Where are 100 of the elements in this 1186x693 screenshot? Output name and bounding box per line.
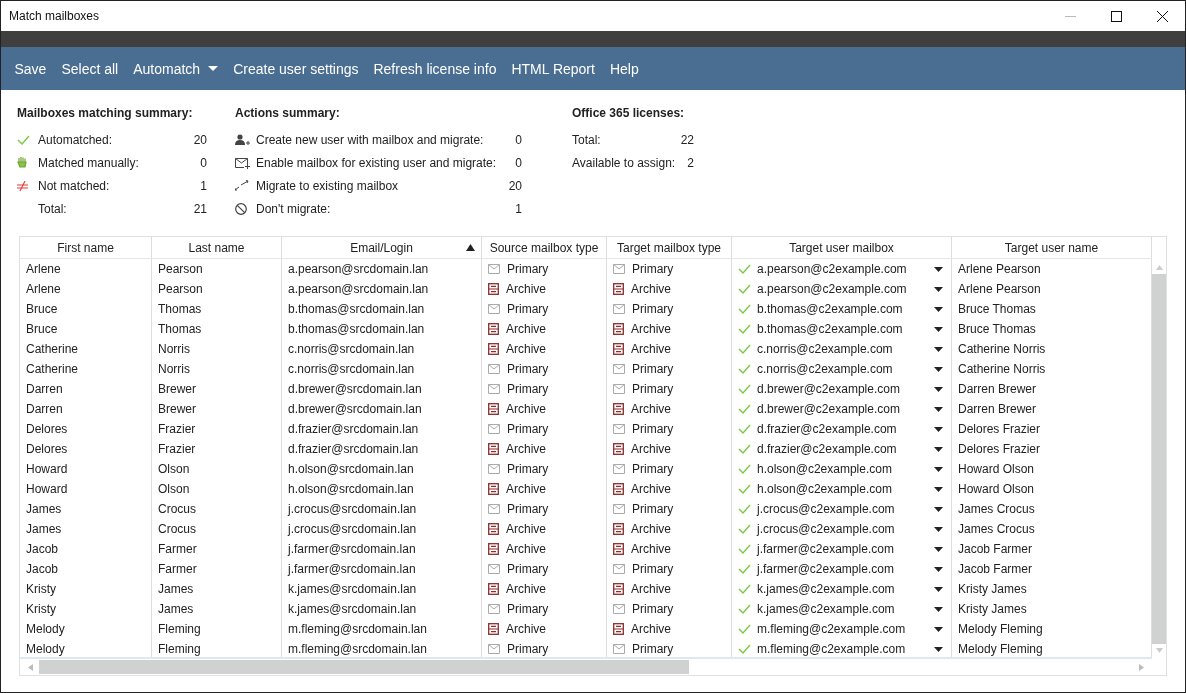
toolbar-button[interactable]: Automatch — [125, 56, 226, 81]
table-cell: Farmer — [152, 539, 282, 559]
table-cell: Howard — [20, 479, 152, 499]
column-header[interactable]: Source mailbox type — [482, 237, 607, 258]
mailbox-type: Primary — [632, 502, 674, 516]
summary-value: 2 — [687, 155, 694, 170]
toolbar-button[interactable]: Create user settings — [225, 56, 366, 81]
table-cell: Crocus — [152, 519, 282, 539]
toolbar-button[interactable]: Help — [602, 56, 647, 81]
table-cell: Frazier — [152, 419, 282, 439]
dropdown-caret-icon[interactable] — [934, 646, 943, 652]
summary-label: Enable mailbox for existing user and migrate: — [256, 155, 498, 170]
mailbox-dropdown[interactable]: j.farmer@c2example.com — [757, 542, 929, 556]
table-cell: h.olson@srcdomain.lan — [282, 459, 482, 479]
dropdown-caret-icon[interactable] — [934, 606, 943, 612]
dropdown-caret-icon[interactable] — [934, 406, 943, 412]
mailbox-dropdown[interactable]: c.norris@c2example.com — [757, 362, 929, 376]
table-cell: Olson — [152, 479, 282, 499]
dropdown-caret-icon[interactable] — [934, 586, 943, 592]
column-header[interactable]: Target user name — [952, 237, 1152, 258]
table-cell: James — [20, 499, 152, 519]
table-cell: j.crocus@srcdomain.lan — [282, 499, 482, 519]
table-cell: k.james@srcdomain.lan — [282, 599, 482, 619]
mailbox-dropdown[interactable]: m.fleming@c2example.com — [757, 642, 929, 656]
mailbox-type: Primary — [507, 462, 549, 476]
mailbox-dropdown[interactable]: d.frazier@c2example.com — [757, 422, 929, 436]
table-cell: b.thomas@srcdomain.lan — [282, 299, 482, 319]
dropdown-caret-icon[interactable] — [934, 306, 943, 312]
mailbox-dropdown[interactable]: j.farmer@c2example.com — [757, 562, 929, 576]
table-cell: c.norris@srcdomain.lan — [282, 339, 482, 359]
dropdown-caret-icon[interactable] — [934, 266, 943, 272]
dropdown-caret-icon[interactable] — [934, 346, 943, 352]
summary-label: Create new user with mailbox and migrate: — [256, 132, 485, 147]
column-header[interactable]: Email/Login — [282, 237, 482, 258]
dropdown-caret-icon[interactable] — [934, 426, 943, 432]
mailbox-type: Primary — [632, 382, 674, 396]
mailbox-type: Archive — [506, 522, 546, 536]
dropdown-caret-icon[interactable] — [934, 486, 943, 492]
mailbox-dropdown[interactable]: k.james@c2example.com — [757, 582, 929, 596]
mailbox-type: Primary — [507, 562, 549, 576]
table-cell: Norris — [152, 359, 282, 379]
mailbox-dropdown[interactable]: h.olson@c2example.com — [757, 482, 929, 496]
mailbox-dropdown[interactable]: d.brewer@c2example.com — [757, 402, 929, 416]
mailbox-dropdown[interactable]: j.crocus@c2example.com — [757, 502, 929, 516]
column-header[interactable]: Last name — [152, 237, 282, 258]
mailbox-type: Primary — [632, 422, 674, 436]
mailbox-type: Archive — [506, 282, 546, 296]
dropdown-caret-icon[interactable] — [934, 526, 943, 532]
mailbox-dropdown[interactable]: a.pearson@c2example.com — [757, 262, 929, 276]
mailbox-dropdown[interactable]: j.crocus@c2example.com — [757, 522, 929, 536]
toolbar-button[interactable]: HTML Report — [503, 56, 603, 81]
dropdown-caret-icon[interactable] — [934, 506, 943, 512]
toolbar-button[interactable]: Refresh license info — [365, 56, 504, 81]
table-cell: Farmer — [152, 559, 282, 579]
mailbox-dropdown[interactable]: b.thomas@c2example.com — [757, 322, 929, 336]
mailbox-dropdown[interactable]: a.pearson@c2example.com — [757, 282, 929, 296]
scrollbar-thumb[interactable] — [39, 660, 689, 674]
table-cell: Jacob — [20, 559, 152, 579]
dropdown-caret-icon[interactable] — [934, 466, 943, 472]
mailbox-dropdown[interactable]: c.norris@c2example.com — [757, 342, 929, 356]
toolbar-button[interactable]: Select all — [53, 56, 126, 81]
sort-ascending-icon — [466, 244, 475, 251]
mailbox-type: Archive — [506, 322, 546, 336]
dropdown-caret-icon[interactable] — [934, 366, 943, 372]
dropdown-caret-icon[interactable] — [934, 446, 943, 452]
mailbox-type: Primary — [507, 382, 549, 396]
column-header[interactable]: Target user mailbox — [732, 237, 952, 258]
toolbar-button[interactable]: Save — [7, 56, 54, 81]
dropdown-caret-icon[interactable] — [934, 386, 943, 392]
mailbox-dropdown[interactable]: b.thomas@c2example.com — [757, 302, 929, 316]
close-icon[interactable] — [1156, 10, 1168, 22]
summary-label: Total: — [38, 201, 68, 216]
table-cell: b.thomas@srcdomain.lan — [282, 319, 482, 339]
mailbox-dropdown[interactable]: m.fleming@c2example.com — [757, 622, 929, 636]
maximize-icon[interactable] — [1110, 10, 1122, 22]
table-cell: m.fleming@srcdomain.lan — [282, 619, 482, 639]
horizontal-scrollbar[interactable] — [20, 657, 1152, 675]
section-heading: Office 365 licenses: — [572, 106, 686, 122]
dropdown-caret-icon[interactable] — [934, 326, 943, 332]
dropdown-caret-icon[interactable] — [934, 566, 943, 572]
dropdown-caret-icon[interactable] — [934, 626, 943, 632]
table-cell: c.norris@srcdomain.lan — [282, 359, 482, 379]
summary-label: Not matched: — [38, 178, 111, 193]
dropdown-caret-icon[interactable] — [934, 286, 943, 292]
table-cell: Pearson — [152, 279, 282, 299]
mailbox-dropdown[interactable]: d.brewer@c2example.com — [757, 382, 929, 396]
mailbox-dropdown[interactable]: d.frazier@c2example.com — [757, 442, 929, 456]
dropdown-caret-icon[interactable] — [934, 546, 943, 552]
mailbox-dropdown[interactable]: k.james@c2example.com — [757, 602, 929, 616]
summary-label: Matched manually: — [38, 155, 140, 170]
column-header[interactable]: Target mailbox type — [607, 237, 732, 258]
mail-plus-icon — [235, 156, 250, 169]
section-heading: Actions summary: — [235, 106, 341, 122]
table-cell: Crocus — [152, 499, 282, 519]
table-cell: a.pearson@srcdomain.lan — [282, 279, 482, 299]
column-header[interactable]: First name — [20, 237, 152, 258]
scrollbar-thumb[interactable] — [1152, 274, 1166, 644]
mailbox-type: Archive — [631, 542, 671, 556]
table-cell: k.james@srcdomain.lan — [282, 579, 482, 599]
mailbox-dropdown[interactable]: h.olson@c2example.com — [757, 462, 929, 476]
